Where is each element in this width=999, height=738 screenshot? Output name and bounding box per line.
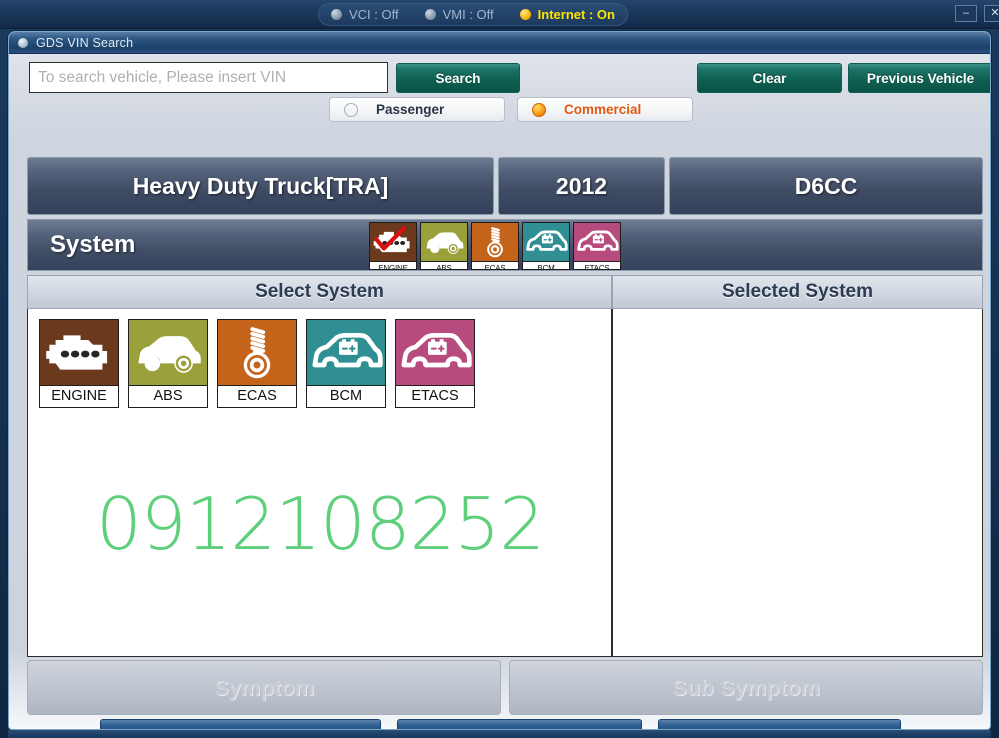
system-header: System ENGINE ABS ECAS BCM ETACS xyxy=(27,219,983,271)
vci-led-icon xyxy=(331,9,342,20)
internet-led-icon xyxy=(519,9,531,20)
window-title-bar: GDS VIN Search xyxy=(9,32,990,54)
system-icon-grid: ENGINE ABS ECAS BCM ETACS xyxy=(39,319,475,408)
etacs-car-battery-icon xyxy=(574,223,620,262)
previous-vehicle-button[interactable]: Previous Vehicle xyxy=(848,63,990,93)
system-tile-engine[interactable]: ENGINE xyxy=(39,319,119,408)
select-system-title: Select System xyxy=(27,275,612,309)
minimize-button[interactable]: – xyxy=(955,5,977,22)
system-tile-caption: BCM xyxy=(523,261,569,269)
ecas-suspension-icon xyxy=(218,320,296,385)
select-system-panel: Select System ENGINE ABS ECAS BCM ETACS 0912… xyxy=(27,275,612,657)
vci-status-label: VCI : Off xyxy=(349,7,399,22)
system-panels: Select System ENGINE ABS ECAS BCM ETACS 0912… xyxy=(27,275,983,657)
radio-passenger[interactable]: Passenger xyxy=(329,97,505,122)
connection-status-pill: VCI : Off VMI : Off Internet : On xyxy=(318,3,628,26)
ok-button[interactable]: OK xyxy=(397,719,642,729)
window-bottom-strip xyxy=(8,730,991,738)
vin-watermark: 0912108252 xyxy=(96,482,545,566)
radio-commercial-indicator-icon xyxy=(532,102,546,117)
window-title: GDS VIN Search xyxy=(36,35,134,50)
footer-button-row: Fault Code Searching OK Cancel xyxy=(9,719,990,729)
window-body: Search Clear Previous Vehicle Passenger … xyxy=(9,54,990,729)
system-tile-caption: ENGINE xyxy=(370,261,416,269)
vehicle-model-cell[interactable]: Heavy Duty Truck[TRA] xyxy=(27,157,494,215)
radio-commercial[interactable]: Commercial xyxy=(517,97,693,122)
select-system-content: ENGINE ABS ECAS BCM ETACS 0912108252 xyxy=(27,309,612,657)
bcm-car-battery-icon xyxy=(523,223,569,262)
application-window: VCI : Off VMI : Off Internet : On – ✕ GD… xyxy=(0,0,999,738)
vmi-status-label: VMI : Off xyxy=(442,7,494,22)
system-icon-etacs: ETACS xyxy=(573,222,621,270)
system-tile-caption: ECAS xyxy=(218,385,296,407)
etacs-car-battery-icon xyxy=(396,320,474,385)
system-icon-bcm: BCM xyxy=(522,222,570,270)
system-tile-etacs[interactable]: ETACS xyxy=(395,319,475,408)
status-bar: VCI : Off VMI : Off Internet : On – ✕ xyxy=(0,0,999,29)
search-row: Search Clear Previous Vehicle xyxy=(21,56,990,96)
ecas-suspension-icon xyxy=(472,223,518,262)
selected-system-title: Selected System xyxy=(612,275,983,309)
radio-passenger-indicator-icon xyxy=(344,102,358,117)
vmi-led-icon xyxy=(424,9,436,20)
vehicle-type-radio-group: Passenger Commercial xyxy=(9,97,990,125)
engine-check-icon xyxy=(370,223,416,262)
abs-car-icon xyxy=(421,223,467,262)
vehicle-info-bar: Heavy Duty Truck[TRA] 2012 D6CC xyxy=(27,157,983,215)
system-tile-ecas[interactable]: ECAS xyxy=(217,319,297,408)
fault-code-searching-button[interactable]: Fault Code Searching xyxy=(100,719,381,729)
radio-passenger-label: Passenger xyxy=(376,102,445,117)
internet-status-label: Internet : On xyxy=(537,7,615,22)
vmi-status: VMI : Off xyxy=(424,7,494,22)
vehicle-year-cell[interactable]: 2012 xyxy=(498,157,665,215)
system-icon-engine: ENGINE xyxy=(369,222,417,270)
engine-icon xyxy=(40,320,118,385)
system-tile-caption: ETACS xyxy=(396,385,474,407)
clear-button[interactable]: Clear xyxy=(697,63,842,93)
system-icon-abs: ABS xyxy=(420,222,468,270)
system-tile-caption: ABS xyxy=(421,261,467,269)
vehicle-engine-cell[interactable]: D6CC xyxy=(669,157,983,215)
internet-status: Internet : On xyxy=(519,7,615,22)
selected-system-content xyxy=(612,309,983,657)
system-tile-bcm[interactable]: BCM xyxy=(306,319,386,408)
radio-commercial-label: Commercial xyxy=(564,102,642,117)
gds-vin-search-window: GDS VIN Search Search Clear Previous Veh… xyxy=(8,31,991,730)
vin-search-input[interactable] xyxy=(29,62,388,93)
system-header-title: System xyxy=(50,231,136,258)
cancel-button[interactable]: Cancel xyxy=(658,719,901,729)
system-icon-ecas: ECAS xyxy=(471,222,519,270)
window-icon xyxy=(18,37,28,48)
close-button[interactable]: ✕ xyxy=(984,5,999,22)
vci-status: VCI : Off xyxy=(331,7,399,22)
selected-system-panel: Selected System xyxy=(612,275,983,657)
symptom-tab-row: Symptom Sub Symptom xyxy=(27,660,983,715)
abs-car-icon xyxy=(129,320,207,385)
tab-symptom[interactable]: Symptom xyxy=(27,660,501,715)
bcm-car-battery-icon xyxy=(307,320,385,385)
selected-system-list xyxy=(613,309,982,656)
system-header-icon-strip: ENGINE ABS ECAS BCM ETACS xyxy=(369,222,621,270)
system-tile-caption: BCM xyxy=(307,385,385,407)
system-tile-caption: ENGINE xyxy=(40,385,118,407)
system-tile-caption: ABS xyxy=(129,385,207,407)
system-tile-caption: ETACS xyxy=(574,261,620,269)
system-tile-abs[interactable]: ABS xyxy=(128,319,208,408)
search-button[interactable]: Search xyxy=(396,63,520,93)
system-tile-caption: ECAS xyxy=(472,261,518,269)
tab-sub-symptom[interactable]: Sub Symptom xyxy=(509,660,983,715)
